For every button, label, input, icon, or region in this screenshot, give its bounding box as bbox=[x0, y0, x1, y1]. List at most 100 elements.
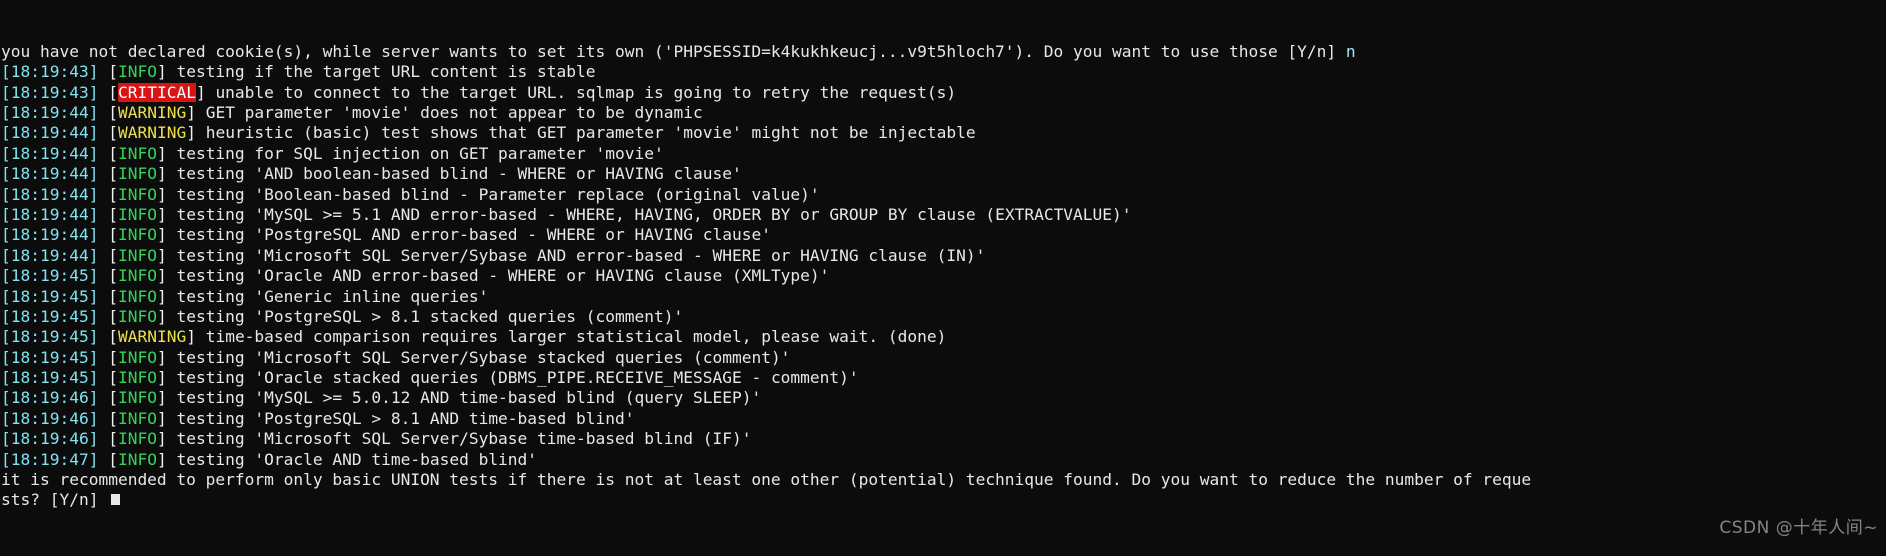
log-message: testing 'MySQL >= 5.0.12 AND time-based … bbox=[176, 388, 762, 408]
log-timestamp: [18:19:44] bbox=[1, 143, 99, 163]
level-bracket-close: ] bbox=[156, 204, 167, 224]
log-timestamp: [18:19:45] bbox=[1, 368, 99, 388]
terminal-screen[interactable]: you have not declared cookie(s), while s… bbox=[0, 0, 1886, 556]
log-timestamp: [18:19:44] bbox=[1, 102, 99, 122]
log-timestamp: [18:19:44] bbox=[1, 204, 99, 224]
log-timestamp: [18:19:44] bbox=[1, 184, 99, 204]
terminal-line: [18:19:44] [WARNING] heuristic (basic) t… bbox=[1, 123, 1886, 143]
log-level-info: INFO bbox=[117, 245, 157, 265]
level-bracket-close: ] bbox=[156, 429, 167, 449]
log-timestamp: [18:19:46] bbox=[1, 429, 99, 449]
level-bracket-open: [ bbox=[108, 102, 118, 122]
line-text: sts? [Y/n] bbox=[1, 490, 109, 510]
log-level-warning: WARNING bbox=[117, 102, 187, 122]
log-message: GET parameter 'movie' does not appear to… bbox=[205, 102, 703, 122]
terminal-output: you have not declared cookie(s), while s… bbox=[1, 42, 1886, 511]
log-message: testing 'AND boolean-based blind - WHERE… bbox=[176, 164, 742, 184]
level-bracket-open: [ bbox=[108, 62, 118, 82]
level-bracket-close: ] bbox=[186, 327, 196, 347]
terminal-line: [18:19:45] [WARNING] time-based comparis… bbox=[1, 327, 1886, 347]
level-bracket-open: [ bbox=[108, 306, 118, 326]
log-timestamp: [18:19:44] bbox=[1, 164, 99, 184]
terminal-line: [18:19:44] [INFO] testing 'PostgreSQL AN… bbox=[1, 225, 1886, 245]
terminal-line: [18:19:46] [INFO] testing 'MySQL >= 5.0.… bbox=[1, 388, 1886, 408]
log-message: unable to connect to the target URL. sql… bbox=[215, 82, 957, 102]
level-bracket-close: ] bbox=[156, 306, 167, 326]
terminal-line: [18:19:44] [INFO] testing 'AND boolean-b… bbox=[1, 164, 1886, 184]
log-level-info: INFO bbox=[117, 306, 157, 326]
log-level-info: INFO bbox=[117, 429, 157, 449]
log-timestamp: [18:19:46] bbox=[1, 408, 99, 428]
level-bracket-open: [ bbox=[108, 266, 118, 286]
terminal-line: [18:19:46] [INFO] testing 'PostgreSQL > … bbox=[1, 409, 1886, 429]
log-timestamp: [18:19:45] bbox=[1, 347, 99, 367]
level-bracket-open: [ bbox=[108, 225, 118, 245]
level-bracket-close: ] bbox=[156, 388, 167, 408]
log-message: testing 'Oracle AND time-based blind' bbox=[176, 449, 538, 469]
log-level-info: INFO bbox=[117, 225, 157, 245]
log-timestamp: [18:19:45] bbox=[1, 327, 99, 347]
log-level-info: INFO bbox=[117, 347, 157, 367]
log-level-info: INFO bbox=[117, 143, 157, 163]
terminal-line: [18:19:45] [INFO] testing 'Oracle stacke… bbox=[1, 368, 1886, 388]
level-bracket-close: ] bbox=[156, 164, 167, 184]
terminal-line: you have not declared cookie(s), while s… bbox=[1, 42, 1886, 62]
log-level-warning: WARNING bbox=[117, 327, 187, 347]
terminal-line: [18:19:45] [INFO] testing 'Generic inlin… bbox=[1, 287, 1886, 307]
log-timestamp: [18:19:46] bbox=[1, 388, 99, 408]
line-text: you have not declared cookie(s), while s… bbox=[1, 41, 1346, 61]
level-bracket-open: [ bbox=[108, 429, 118, 449]
level-bracket-open: [ bbox=[108, 327, 118, 347]
log-message: testing 'Oracle stacked queries (DBMS_PI… bbox=[176, 368, 859, 388]
terminal-line: [18:19:44] [INFO] testing 'Boolean-based… bbox=[1, 185, 1886, 205]
level-bracket-close: ] bbox=[156, 62, 167, 82]
log-message: testing 'PostgreSQL AND error-based - WH… bbox=[176, 225, 771, 245]
terminal-line: [18:19:45] [INFO] testing 'Microsoft SQL… bbox=[1, 348, 1886, 368]
user-input-answer: n bbox=[1345, 41, 1356, 61]
level-bracket-open: [ bbox=[108, 143, 118, 163]
log-message: testing 'PostgreSQL > 8.1 AND time-based… bbox=[176, 408, 635, 428]
log-message: testing 'MySQL >= 5.1 AND error-based - … bbox=[176, 204, 1132, 224]
level-bracket-close: ] bbox=[156, 347, 167, 367]
level-bracket-open: [ bbox=[108, 164, 118, 184]
log-timestamp: [18:19:43] bbox=[1, 62, 99, 82]
level-bracket-close: ] bbox=[186, 123, 196, 143]
text-cursor bbox=[111, 494, 121, 506]
log-message: testing 'Boolean-based blind - Parameter… bbox=[176, 184, 820, 204]
terminal-line: [18:19:44] [WARNING] GET parameter 'movi… bbox=[1, 103, 1886, 123]
level-bracket-open: [ bbox=[108, 82, 118, 102]
log-timestamp: [18:19:47] bbox=[1, 449, 99, 469]
log-level-info: INFO bbox=[117, 368, 157, 388]
log-level-info: INFO bbox=[117, 164, 157, 184]
level-bracket-close: ] bbox=[186, 102, 196, 122]
log-level-info: INFO bbox=[117, 286, 157, 306]
log-level-info: INFO bbox=[117, 266, 157, 286]
level-bracket-close: ] bbox=[156, 245, 167, 265]
log-level-critical: CRITICAL bbox=[117, 82, 196, 102]
terminal-line: [18:19:43] [CRITICAL] unable to connect … bbox=[1, 82, 1886, 103]
log-level-info: INFO bbox=[117, 408, 157, 428]
level-bracket-close: ] bbox=[156, 143, 167, 163]
log-level-info: INFO bbox=[117, 184, 157, 204]
